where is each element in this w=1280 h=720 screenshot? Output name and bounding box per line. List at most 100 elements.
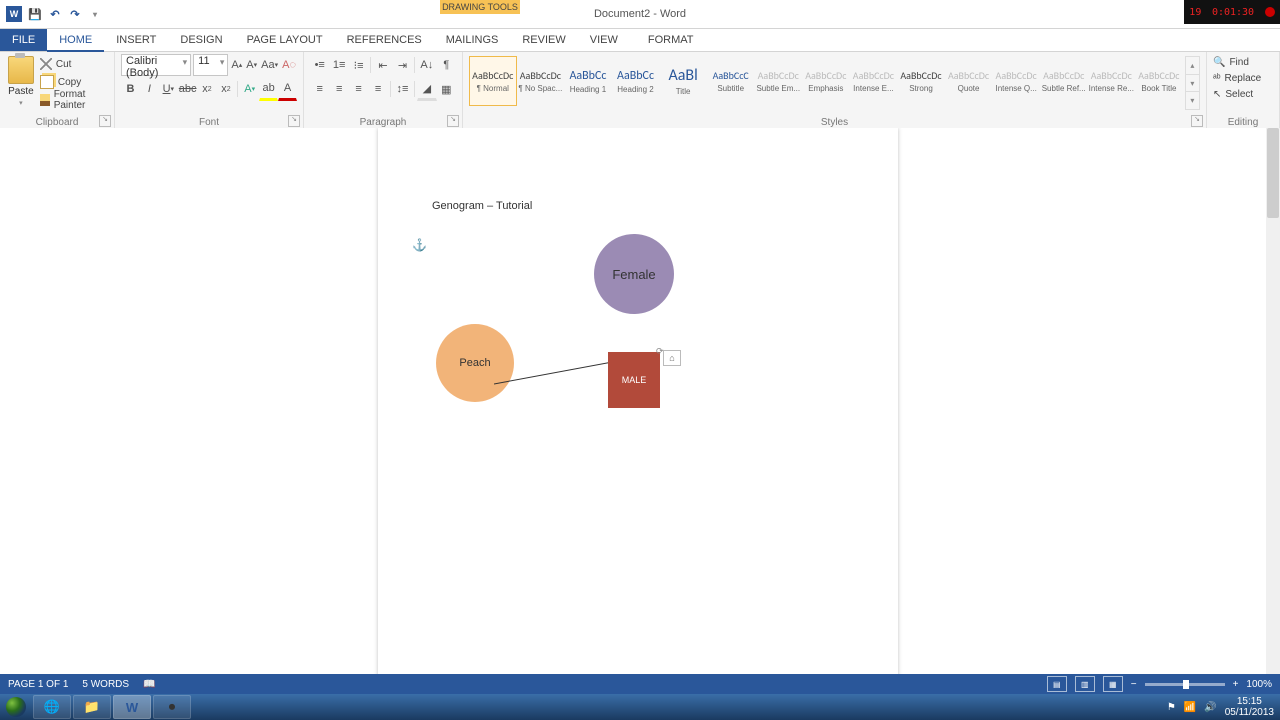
replace-button[interactable]: ᵃᵇReplace xyxy=(1213,70,1273,86)
taskbar-recorder[interactable]: ⏺ xyxy=(153,695,191,719)
style-item[interactable]: AaBbCcHeading 1 xyxy=(564,56,612,106)
zoom-slider-knob[interactable] xyxy=(1183,680,1189,689)
justify-button[interactable]: ≡ xyxy=(368,78,387,100)
style-item[interactable]: AaBbCcDcStrong xyxy=(897,56,945,106)
tab-home[interactable]: HOME xyxy=(47,29,104,52)
view-web-layout[interactable]: ▦ xyxy=(1103,676,1123,692)
tab-references[interactable]: REFERENCES xyxy=(335,29,434,51)
decrease-indent-button[interactable]: ⇤ xyxy=(373,54,392,76)
highlight-button[interactable]: ab xyxy=(259,77,278,101)
borders-button[interactable]: ▦ xyxy=(437,78,456,100)
document-page[interactable]: Genogram – Tutorial ⚓ Female Peach MALE … xyxy=(378,128,898,706)
style-item[interactable]: AaBbCcDcBook Title xyxy=(1135,56,1183,106)
style-item[interactable]: AaBbCcDcEmphasis xyxy=(802,56,850,106)
tab-insert[interactable]: INSERT xyxy=(104,29,168,51)
multilevel-list-button[interactable]: ⁝≡ xyxy=(349,54,368,76)
tray-flag-icon[interactable]: ⚑ xyxy=(1167,702,1176,713)
gallery-more-icon[interactable]: ▾ xyxy=(1186,92,1199,109)
style-item[interactable]: AaBbCcHeading 2 xyxy=(612,56,660,106)
zoom-in-button[interactable]: + xyxy=(1233,679,1239,690)
undo-icon[interactable]: ↶ xyxy=(48,7,62,21)
document-heading-text[interactable]: Genogram – Tutorial xyxy=(432,200,532,212)
tab-view[interactable]: VIEW xyxy=(578,29,630,51)
style-item[interactable]: AaBbCcDc¶ Normal xyxy=(469,56,517,106)
style-item[interactable]: AaBbCcDcSubtle Ref... xyxy=(1040,56,1088,106)
styles-gallery-scroll[interactable]: ▴ ▾ ▾ xyxy=(1185,56,1200,110)
underline-button[interactable]: U▾ xyxy=(159,78,178,100)
font-name-select[interactable]: Calibri (Body) xyxy=(121,54,191,76)
gallery-down-icon[interactable]: ▾ xyxy=(1186,75,1199,93)
line-spacing-button[interactable]: ↕≡ xyxy=(393,78,412,100)
tray-volume-icon[interactable]: 🔊 xyxy=(1204,702,1216,713)
align-center-button[interactable]: ≡ xyxy=(329,78,348,100)
status-proofing-icon[interactable]: 📖 xyxy=(143,679,155,690)
taskbar-explorer[interactable]: 📁 xyxy=(73,695,111,719)
taskbar-word[interactable]: W xyxy=(113,695,151,719)
tab-page-layout[interactable]: PAGE LAYOUT xyxy=(235,29,335,51)
tray-network-icon[interactable]: 📶 xyxy=(1184,702,1196,713)
status-page[interactable]: PAGE 1 OF 1 xyxy=(8,679,68,690)
format-painter-button[interactable]: Format Painter xyxy=(40,92,108,108)
document-scroll-area[interactable]: Genogram – Tutorial ⚓ Female Peach MALE … xyxy=(0,128,1266,706)
style-item[interactable]: AaBbCcDcIntense Re... xyxy=(1088,56,1136,106)
copy-button[interactable]: Copy xyxy=(40,74,108,90)
styles-dialog-launcher[interactable]: ↘ xyxy=(1191,115,1203,127)
styles-gallery[interactable]: AaBbCcDc¶ NormalAaBbCcDc¶ No Spac...AaBb… xyxy=(469,54,1183,110)
clipboard-dialog-launcher[interactable]: ↘ xyxy=(99,115,111,127)
select-button[interactable]: ↖Select xyxy=(1213,86,1273,102)
font-color-button[interactable]: A xyxy=(278,77,297,101)
zoom-level[interactable]: 100% xyxy=(1246,679,1272,690)
style-item[interactable]: AaBbCcDcSubtle Em... xyxy=(754,56,802,106)
tab-file[interactable]: FILE xyxy=(0,29,47,51)
increase-indent-button[interactable]: ⇥ xyxy=(393,54,412,76)
paste-button[interactable]: Paste ▾ xyxy=(6,54,36,114)
text-effects-button[interactable]: A▾ xyxy=(240,78,259,100)
cut-button[interactable]: Cut xyxy=(40,56,108,72)
style-item[interactable]: AaBlTitle xyxy=(659,56,707,106)
tab-design[interactable]: DESIGN xyxy=(168,29,234,51)
view-print-layout[interactable]: ▥ xyxy=(1075,676,1095,692)
style-item[interactable]: AaBbCcDc¶ No Spac... xyxy=(517,56,565,106)
shading-button[interactable]: ◢ xyxy=(417,77,436,101)
view-read-mode[interactable]: ▤ xyxy=(1047,676,1067,692)
sort-button[interactable]: A↓ xyxy=(417,54,436,76)
shape-female-ellipse[interactable]: Female xyxy=(594,234,674,314)
vertical-scrollbar[interactable] xyxy=(1266,128,1280,706)
style-item[interactable]: AaBbCcDcIntense Q... xyxy=(992,56,1040,106)
align-left-button[interactable]: ≡ xyxy=(310,78,329,100)
scrollbar-thumb[interactable] xyxy=(1267,128,1279,218)
paragraph-dialog-launcher[interactable]: ↘ xyxy=(447,115,459,127)
align-right-button[interactable]: ≡ xyxy=(349,78,368,100)
shape-male-rectangle[interactable]: MALE xyxy=(608,352,660,408)
redo-icon[interactable]: ↷ xyxy=(68,7,82,21)
gallery-up-icon[interactable]: ▴ xyxy=(1186,57,1199,75)
zoom-out-button[interactable]: − xyxy=(1131,679,1137,690)
subscript-button[interactable]: x2 xyxy=(198,78,217,100)
tab-mailings[interactable]: MAILINGS xyxy=(434,29,511,51)
zoom-slider[interactable] xyxy=(1145,683,1225,686)
start-button[interactable] xyxy=(0,694,32,720)
superscript-button[interactable]: x2 xyxy=(216,78,235,100)
numbering-button[interactable]: 1≡ xyxy=(329,54,348,76)
clear-formatting-button[interactable]: A◌ xyxy=(281,54,297,76)
qat-customize-icon[interactable]: ▾ xyxy=(88,7,102,21)
shrink-font-button[interactable]: A▾ xyxy=(245,54,258,76)
font-size-select[interactable]: 11 xyxy=(193,54,228,76)
layout-options-button[interactable]: ⌂ xyxy=(663,350,681,366)
find-button[interactable]: 🔍Find xyxy=(1213,54,1273,70)
italic-button[interactable]: I xyxy=(140,78,159,100)
tray-clock[interactable]: 15:15 05/11/2013 xyxy=(1225,696,1274,718)
show-hide-button[interactable]: ¶ xyxy=(437,54,456,76)
tab-review[interactable]: REVIEW xyxy=(510,29,577,51)
tab-format[interactable]: FORMAT xyxy=(636,29,706,51)
status-words[interactable]: 5 WORDS xyxy=(82,679,129,690)
save-icon[interactable]: 💾 xyxy=(28,7,42,21)
style-item[interactable]: AaBbCcDcIntense E... xyxy=(850,56,898,106)
taskbar-chrome[interactable]: 🌐 xyxy=(33,695,71,719)
grow-font-button[interactable]: A▴ xyxy=(230,54,243,76)
style-item[interactable]: AaBbCcDcQuote xyxy=(945,56,993,106)
bold-button[interactable]: B xyxy=(121,78,140,100)
bullets-button[interactable]: •≡ xyxy=(310,54,329,76)
style-item[interactable]: AaBbCcCSubtitle xyxy=(707,56,755,106)
system-tray[interactable]: ⚑ 📶 🔊 15:15 05/11/2013 xyxy=(1167,696,1280,718)
